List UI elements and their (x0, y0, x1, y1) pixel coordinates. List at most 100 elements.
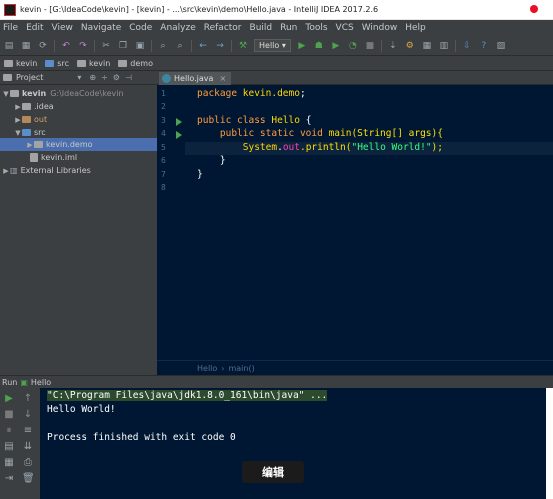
breadcrumb-item[interactable]: kevin (76, 59, 110, 68)
undo-icon[interactable]: ↶ (60, 40, 72, 52)
project-view-select[interactable]: Project (16, 73, 43, 82)
help-icon[interactable]: ? (478, 40, 490, 52)
dropdown-arrow-icon[interactable]: ▾ (77, 73, 81, 82)
tree-label: kevin (22, 89, 47, 98)
breadcrumb-item[interactable]: src (45, 59, 69, 68)
editor-crumb-class[interactable]: Hello (197, 364, 217, 373)
chevron-right-icon: › (221, 363, 225, 373)
menu-build[interactable]: Build (250, 23, 273, 33)
folder-icon (45, 59, 55, 67)
folder-icon (22, 103, 31, 110)
back-icon[interactable]: ← (197, 40, 209, 52)
find-icon[interactable]: ⌕ (157, 40, 169, 52)
editor-crumb-method[interactable]: main() (228, 364, 254, 373)
stop-icon[interactable]: ■ (3, 409, 15, 421)
profile-icon[interactable]: ◔ (347, 40, 359, 52)
collapse-arrow-icon[interactable]: ▶ (2, 167, 10, 175)
run-icon[interactable]: ▶ (296, 40, 308, 52)
sdk-icon[interactable]: ▥ (438, 40, 450, 52)
collapse-icon[interactable]: ÷ (101, 73, 108, 82)
copy-icon[interactable]: ❐ (117, 40, 129, 52)
code-token: public static void (197, 128, 329, 139)
window-close-button[interactable] (515, 0, 553, 18)
stop-icon[interactable]: ■ (364, 40, 376, 52)
tree-item-external-libraries[interactable]: ▶ ▥ External Libraries (0, 164, 157, 177)
collapse-arrow-icon[interactable]: ▶ (14, 103, 22, 111)
console-line-command: "C:\Program Files\java\jdk1.8.0_161\bin\… (47, 390, 328, 401)
down-icon[interactable]: ↓ (22, 409, 34, 421)
build-icon[interactable]: ⚒ (237, 40, 249, 52)
menu-navigate[interactable]: Navigate (81, 23, 121, 33)
rerun-icon[interactable]: ▶ (3, 393, 15, 405)
editor-gutter: 1 2 3 4 5 6 7 8 (157, 85, 185, 360)
paste-icon[interactable]: ▣ (134, 40, 146, 52)
tree-item-out[interactable]: ▶ out (0, 113, 157, 126)
image-icon[interactable]: ▨ (495, 40, 507, 52)
tree-item-kevin[interactable]: ▼ kevin G:\IdeaCode\kevin (0, 87, 157, 100)
breadcrumb-label: demo (130, 58, 153, 68)
cut-icon[interactable]: ✂ (100, 40, 112, 52)
collapse-arrow-icon[interactable]: ▶ (14, 116, 22, 124)
run-class-icon[interactable] (176, 118, 182, 126)
settings-icon[interactable]: ⚙ (404, 40, 416, 52)
menu-tools[interactable]: Tools (305, 23, 327, 33)
breadcrumb-item[interactable]: kevin (4, 59, 37, 68)
menu-refactor[interactable]: Refactor (204, 23, 242, 33)
exit-icon[interactable]: ⇥ (3, 473, 15, 485)
menu-help[interactable]: Help (405, 23, 426, 33)
open-folder-icon[interactable]: ▤ (3, 40, 15, 52)
menu-code[interactable]: Code (129, 23, 152, 33)
menu-file[interactable]: File (3, 23, 18, 33)
line-number: 2 (161, 102, 166, 111)
expand-arrow-icon[interactable]: ▼ (14, 129, 22, 137)
run-configuration-select[interactable]: Hello ▾ (254, 39, 291, 52)
menu-analyze[interactable]: Analyze (160, 23, 195, 33)
code-editor[interactable]: package kevin.demo; public class Hello {… (185, 85, 553, 360)
code-line-5: System.out.println("Hello World!"); (197, 142, 443, 153)
save-all-icon[interactable]: ▦ (20, 40, 32, 52)
sync-icon[interactable]: ⟳ (37, 40, 49, 52)
hide-icon[interactable]: ⊣ (125, 73, 132, 82)
tree-item-kevin-iml[interactable]: kevin.iml (0, 151, 157, 164)
window-edge (546, 388, 553, 499)
edit-overlay-button[interactable]: 编辑 (242, 461, 304, 483)
collapse-arrow-icon[interactable]: ▶ (26, 141, 34, 149)
download-icon[interactable]: ⇩ (461, 40, 473, 52)
menu-vcs[interactable]: VCS (336, 23, 354, 33)
breadcrumb-item[interactable]: demo (118, 59, 153, 68)
tree-label: kevin.demo (46, 140, 93, 149)
forward-icon[interactable]: → (214, 40, 226, 52)
project-structure-icon[interactable]: ▦ (421, 40, 433, 52)
run-config-label: Hello (259, 41, 280, 50)
expand-arrow-icon[interactable]: ▼ (2, 90, 10, 98)
tree-item-idea[interactable]: ▶ .idea (0, 100, 157, 113)
debug-icon[interactable]: ☗ (313, 40, 325, 52)
menu-bar: File Edit View Navigate Code Analyze Ref… (0, 20, 553, 36)
close-tab-icon[interactable]: × (219, 74, 226, 83)
menu-view[interactable]: View (52, 23, 73, 33)
menu-run[interactable]: Run (280, 23, 297, 33)
code-line-7: } (197, 169, 203, 180)
print-icon[interactable]: ⎙ (22, 457, 34, 469)
toolbar-separator (231, 39, 232, 52)
clear-all-icon[interactable]: 🗑 (22, 473, 35, 485)
gear-icon[interactable]: ⚙ (113, 73, 120, 82)
tree-item-kevin-demo[interactable]: ▶ kevin.demo (0, 138, 157, 151)
pause-icon[interactable]: ⏸ (3, 425, 15, 437)
coverage-icon[interactable]: ▶ (330, 40, 342, 52)
dump-threads-icon[interactable]: ▤ (3, 441, 15, 453)
menu-window[interactable]: Window (362, 23, 398, 33)
soft-wrap-icon[interactable]: ≡ (22, 425, 34, 437)
run-method-icon[interactable] (176, 131, 182, 139)
settings-icon[interactable]: ▦ (3, 457, 15, 469)
run-config-tab[interactable]: Hello (31, 378, 51, 387)
editor-breadcrumb: Hello › main() (157, 360, 553, 375)
redo-icon[interactable]: ↷ (77, 40, 89, 52)
menu-edit[interactable]: Edit (26, 23, 43, 33)
scroll-to-end-icon[interactable]: ⇊ (22, 441, 34, 453)
replace-icon[interactable]: ⌕ (174, 40, 186, 52)
vcs-update-icon[interactable]: ⇣ (387, 40, 399, 52)
up-icon[interactable]: ↑ (22, 393, 34, 405)
tab-hello-java[interactable]: Hello.java × (159, 72, 232, 85)
locate-icon[interactable]: ⊕ (89, 73, 96, 82)
